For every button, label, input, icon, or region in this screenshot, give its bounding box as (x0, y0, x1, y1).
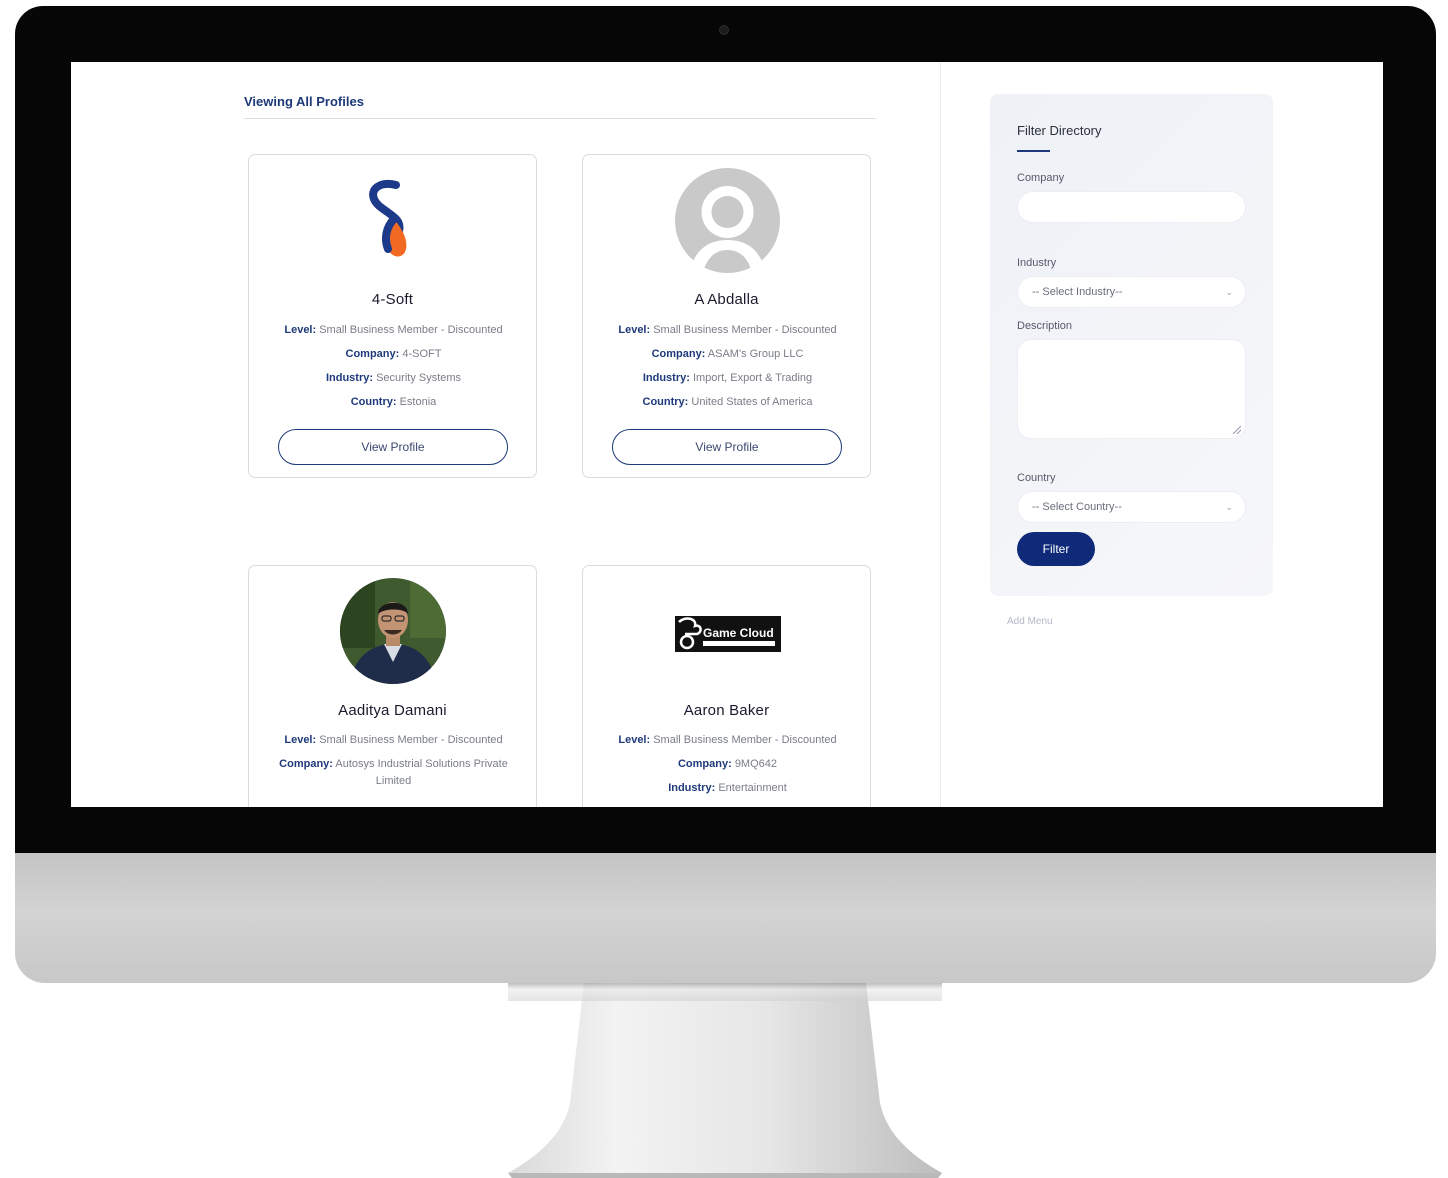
level-label: Level: (618, 734, 651, 746)
company-value: ASAM's Group LLC (707, 348, 804, 360)
company-value: 9MQ642 (734, 758, 778, 770)
company-label: Company: (345, 348, 400, 360)
industry-value: Security Systems (376, 372, 462, 384)
filter-title-underline (1017, 150, 1050, 152)
column-divider (940, 62, 941, 807)
profile-company: Company: 4-SOFT (265, 346, 522, 363)
profile-level: Level: Small Business Member - Discounte… (265, 732, 522, 749)
filter-title: Filter Directory (1017, 123, 1102, 138)
profile-name: 4-Soft (371, 291, 414, 308)
profile-level: Level: Small Business Member - Discounte… (599, 732, 856, 749)
company-value: 4-SOFT (402, 348, 442, 360)
profile-level: Level: Small Business Member - Discounte… (599, 322, 856, 339)
country-value: United States of America (691, 396, 813, 408)
view-profile-button[interactable]: View Profile (612, 429, 842, 465)
level-label: Level: (284, 734, 317, 746)
profile-name: Aaron Baker (683, 702, 770, 719)
title-divider (244, 118, 876, 119)
page-title: Viewing All Profiles (244, 94, 364, 109)
profile-company: Company: 9MQ642 (599, 756, 856, 773)
filter-button[interactable]: Filter (1017, 532, 1095, 566)
country-field-label: Country (1017, 472, 1056, 484)
level-value: Small Business Member - Discounted (653, 324, 837, 336)
profile-card: Aaditya Damani Level: Small Business Mem… (248, 565, 537, 807)
default-user-icon (675, 168, 780, 273)
game-cloud-logo: Game Cloud (675, 616, 781, 652)
company-label: Company: (677, 758, 732, 770)
profile-country: Country: United States of America (599, 394, 856, 411)
profile-company: Company: ASAM's Group LLC (599, 346, 856, 363)
industry-value: Import, Export & Trading (692, 372, 813, 384)
company-label: Company: (279, 758, 333, 770)
profile-card: 4-Soft Level: Small Business Member - Di… (248, 154, 537, 478)
industry-field-label: Industry (1017, 257, 1057, 269)
description-field-label: Description (1017, 320, 1073, 332)
profile-level: Level: Small Business Member - Discounte… (265, 322, 522, 339)
country-value: Estonia (399, 396, 437, 408)
profile-name: A Abdalla (694, 291, 759, 308)
description-textarea[interactable] (1017, 339, 1246, 439)
4soft-logo-icon (369, 180, 407, 257)
resize-handle-icon[interactable] (1233, 426, 1241, 434)
industry-label: Industry: (325, 372, 374, 384)
profile-industry: Industry: Import, Export & Trading (599, 370, 856, 387)
filter-panel: Filter Directory Company Industry -- Sel… (990, 94, 1273, 596)
company-field-label: Company (1017, 172, 1065, 184)
profile-company: Company: Autosys Industrial Solutions Pr… (265, 756, 522, 790)
level-value: Small Business Member - Discounted (319, 734, 503, 746)
level-label: Level: (618, 324, 651, 336)
company-input[interactable] (1017, 191, 1246, 223)
chevron-down-icon: ⌄ (1225, 502, 1233, 512)
profile-card: A Abdalla Level: Small Business Member -… (582, 154, 871, 478)
camera-icon (719, 25, 729, 35)
country-selected-value: -- Select Country-- (1032, 501, 1122, 513)
chevron-down-icon: ⌄ (1225, 287, 1233, 297)
country-label: Country: (642, 396, 689, 408)
profile-name: Aaditya Damani (338, 702, 447, 719)
country-label: Country: (350, 396, 397, 408)
industry-label: Industry: (642, 372, 690, 384)
monitor-chin (15, 853, 1436, 983)
profile-industry: Industry: Entertainment (599, 780, 856, 797)
profile-industry: Industry: Security Systems (265, 370, 522, 387)
profile-card: Game Cloud Aaron Baker Level: Small Busi… (582, 565, 871, 807)
level-value: Small Business Member - Discounted (653, 734, 837, 746)
company-value: Autosys Industrial Solutions Private Lim… (335, 758, 508, 787)
browser-screen: Viewing All Profiles 4-Soft Level: Small… (71, 62, 1383, 807)
user-photo (340, 578, 446, 684)
game-cloud-logo-text: Game Cloud (703, 626, 774, 640)
industry-select[interactable]: -- Select Industry-- ⌄ (1017, 276, 1246, 308)
country-select[interactable]: -- Select Country-- ⌄ (1017, 491, 1246, 523)
company-label: Company: (651, 348, 706, 360)
industry-value: Entertainment (718, 782, 787, 794)
view-profile-button[interactable]: View Profile (278, 429, 508, 465)
level-value: Small Business Member - Discounted (319, 324, 503, 336)
add-menu-link[interactable]: Add Menu (1007, 616, 1053, 627)
industry-selected-value: -- Select Industry-- (1032, 286, 1123, 298)
industry-label: Industry: (668, 782, 716, 794)
profile-country: Country: Estonia (265, 394, 522, 411)
monitor-stand (508, 983, 942, 1178)
level-label: Level: (284, 324, 317, 336)
